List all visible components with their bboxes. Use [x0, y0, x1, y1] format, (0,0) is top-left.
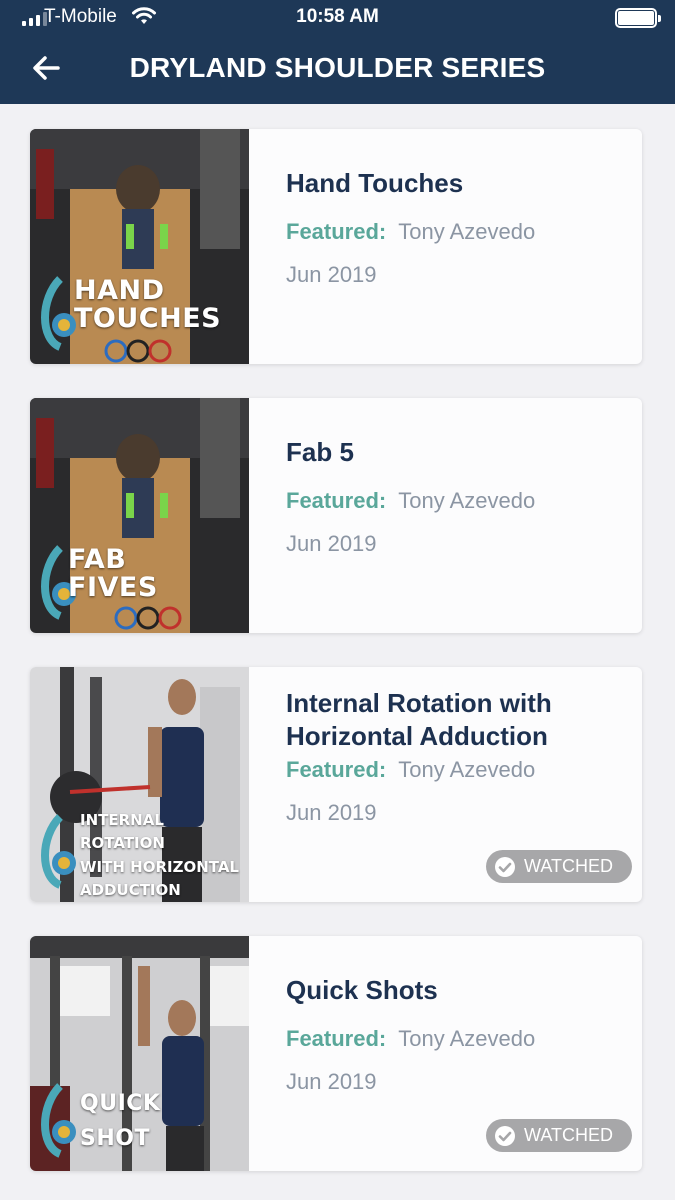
featured-label: Featured: — [286, 219, 387, 244]
watched-badge: WATCHED — [486, 850, 632, 883]
featured-name: Tony Azevedo — [398, 488, 536, 513]
video-date: Jun 2019 — [286, 531, 377, 556]
video-card[interactable]: INTERNAL ROTATION WITH HORIZONTAL ADDUCT… — [30, 667, 642, 902]
battery-icon — [615, 8, 661, 28]
featured-name: Tony Azevedo — [398, 219, 536, 244]
video-title: Internal Rotation with Horizontal Adduct… — [286, 688, 552, 751]
status-bar: T-Mobile 10:58 AM — [0, 0, 675, 36]
video-title: Quick Shots — [286, 975, 438, 1005]
video-date: Jun 2019 — [286, 262, 377, 287]
featured-row: Featured: Tony Azevedo — [286, 1026, 535, 1052]
video-date: Jun 2019 — [286, 1069, 377, 1094]
featured-row: Featured: Tony Azevedo — [286, 219, 535, 245]
video-list: HAND TOUCHES Hand Touches Featured: Tony … — [30, 129, 642, 1200]
thumbnail-caption: FAB FIVES — [68, 544, 158, 604]
featured-label: Featured: — [286, 488, 387, 513]
video-card[interactable]: QUICK SHOT Quick Shots Featured: Tony Aze… — [30, 936, 642, 1171]
video-thumbnail: INTERNAL ROTATION WITH HORIZONTAL ADDUCT… — [30, 667, 249, 902]
thumbnail-caption: INTERNAL ROTATION WITH HORIZONTAL ADDUCT… — [80, 811, 239, 899]
app-header: T-Mobile 10:58 AM DRYLAND SHOULDER SERIE… — [0, 0, 675, 104]
featured-name: Tony Azevedo — [398, 1026, 536, 1051]
watched-badge: WATCHED — [486, 1119, 632, 1152]
video-date: Jun 2019 — [286, 800, 377, 825]
thumbnail-caption: QUICK SHOT — [80, 1091, 161, 1152]
watched-label: WATCHED — [524, 1125, 613, 1145]
video-title: Hand Touches — [286, 168, 464, 198]
video-title: Fab 5 — [286, 437, 354, 467]
featured-row: Featured: Tony Azevedo — [286, 488, 535, 514]
featured-label: Featured: — [286, 1026, 387, 1051]
thumbnail-caption: HAND TOUCHES — [74, 275, 222, 335]
check-circle-icon — [495, 856, 515, 877]
video-card[interactable]: FAB FIVES Fab 5 Featured: Tony Azevedo Ju… — [30, 398, 642, 633]
page-title: DRYLAND SHOULDER SERIES — [129, 52, 546, 83]
video-card[interactable]: HAND TOUCHES Hand Touches Featured: Tony … — [30, 129, 642, 364]
featured-name: Tony Azevedo — [398, 757, 536, 782]
video-thumbnail: QUICK SHOT — [30, 936, 249, 1171]
video-thumbnail: FAB FIVES — [30, 398, 249, 633]
featured-label: Featured: — [286, 757, 387, 782]
featured-row: Featured: Tony Azevedo — [286, 757, 535, 783]
video-thumbnail: HAND TOUCHES — [30, 129, 249, 364]
watched-label: WATCHED — [524, 856, 613, 876]
status-time: 10:58 AM — [296, 6, 379, 27]
check-circle-icon — [495, 1125, 515, 1146]
